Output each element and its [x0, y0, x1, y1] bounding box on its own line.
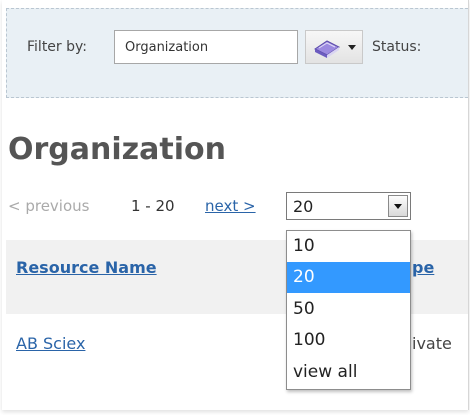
chevron-down-icon [394, 204, 402, 209]
book-icon [311, 37, 343, 63]
next-page-link[interactable]: next > [205, 197, 256, 215]
option-20[interactable]: 20 [287, 262, 410, 293]
resource-type-picker[interactable] [305, 30, 363, 64]
page-size-select[interactable]: 20 [286, 192, 411, 220]
option-10[interactable]: 10 [287, 231, 410, 262]
option-view-all[interactable]: view all [287, 357, 410, 388]
page-range: 1 - 20 [131, 197, 175, 215]
page-title: Organization [8, 132, 226, 167]
previous-page-link: < previous [8, 197, 90, 215]
column-header-type[interactable]: pe [412, 258, 434, 277]
status-label: Status: [372, 39, 422, 55]
column-header-resource-name[interactable]: Resource Name [16, 258, 157, 277]
page-size-value: 20 [293, 197, 314, 216]
dropdown-button[interactable] [388, 195, 408, 217]
page-size-options: 10 20 50 100 view all [286, 230, 411, 390]
filter-label: Filter by: [27, 39, 87, 55]
filter-input[interactable] [114, 30, 298, 64]
option-100[interactable]: 100 [287, 325, 410, 356]
option-50[interactable]: 50 [287, 294, 410, 325]
resource-link[interactable]: AB Sciex [16, 334, 85, 353]
chevron-down-icon [348, 45, 356, 50]
resource-type-cell: ivate [412, 334, 452, 353]
